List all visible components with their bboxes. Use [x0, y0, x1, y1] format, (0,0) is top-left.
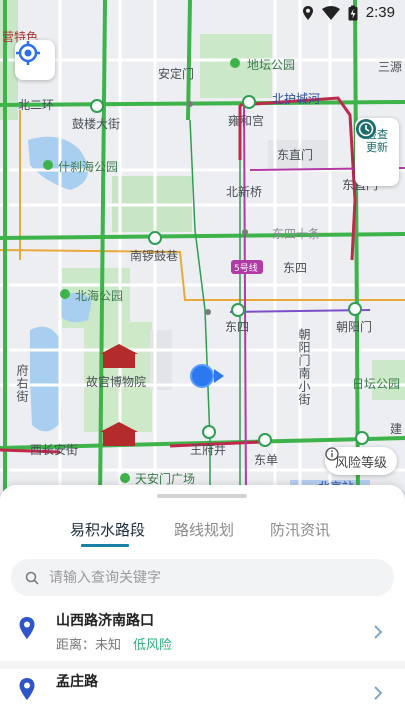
map-label: 朝阳门南小街 — [297, 328, 311, 406]
map-canvas — [0, 0, 405, 500]
chevron-right-icon — [374, 686, 383, 700]
map-label: 北新桥 — [226, 185, 263, 199]
map-label: 故宫博物院 — [86, 375, 147, 389]
map-label: 东四 — [283, 261, 308, 275]
check-update-button[interactable]: 检查更新 — [355, 118, 399, 186]
list-divider — [0, 661, 405, 669]
map-label: 东直门 — [277, 148, 314, 162]
status-bar: 2:39 — [0, 0, 405, 28]
item-name: 山西路济南路口 — [56, 613, 154, 629]
map-label: 北护城河 — [272, 92, 321, 106]
status-time: 2:39 — [365, 4, 395, 21]
map-label: 东四十条 — [272, 227, 321, 241]
item-risk-level: 低风险 — [133, 638, 173, 653]
list-item[interactable]: 孟庄路 — [0, 671, 405, 720]
line5-badge: 5号线 — [234, 264, 258, 274]
active-tab-indicator — [81, 544, 129, 547]
map-label: 日坛公园 — [352, 377, 401, 391]
tab-waterlogged-roads[interactable]: 易积水路段 — [70, 519, 145, 540]
map-label: 鼓楼大街 — [72, 117, 121, 131]
chevron-right-icon — [374, 625, 383, 639]
map-label: 三源 — [378, 60, 403, 74]
map-label: 安定门 — [158, 67, 195, 81]
bottom-sheet: 易积水路段 路线规划 防汛资讯 山西路济南路口 距离：未知 低风险 孟庄路 — [0, 485, 405, 720]
location-pin-icon — [19, 678, 35, 700]
tab-flood-news[interactable]: 防汛资讯 — [270, 519, 330, 540]
map-label: 建 — [390, 422, 403, 436]
map-label: 雍和宫 — [228, 114, 265, 128]
search-bar[interactable] — [11, 559, 394, 596]
map-label: 地坛公园 — [247, 58, 296, 72]
clock-update-icon — [356, 119, 376, 139]
location-pin-icon — [19, 617, 35, 639]
wifi-icon — [321, 5, 340, 20]
map-label: 东单 — [254, 453, 279, 467]
risk-level-button[interactable]: 风险等级 — [324, 447, 397, 475]
map-label: 东四 — [225, 320, 250, 334]
location-icon — [302, 5, 313, 20]
locate-button[interactable] — [15, 40, 55, 80]
tab-route-planning[interactable]: 路线规划 — [174, 519, 234, 540]
map-label: 府右街 — [15, 364, 29, 403]
map-label: 南锣鼓巷 — [130, 249, 179, 263]
map-label: 北海公园 — [75, 289, 124, 303]
info-icon — [325, 447, 339, 461]
search-input[interactable] — [49, 569, 349, 586]
battery-charging-icon — [348, 5, 358, 20]
map-label: 什刹海公园 — [58, 160, 119, 174]
map-view[interactable]: 营特色 安定门 地坛公园 三源 北二环 北护城河 鼓楼大街 雍和宫 东直门 什刹… — [0, 0, 405, 500]
sheet-drag-handle[interactable] — [157, 494, 247, 498]
map-label: 北二环 — [18, 98, 55, 112]
risk-level-label: 风险等级 — [334, 455, 387, 471]
heading-arrow-icon — [214, 369, 224, 383]
item-distance: 距离：未知 — [56, 638, 122, 653]
current-location-marker — [190, 364, 214, 388]
item-name: 孟庄路 — [56, 674, 98, 690]
map-label: 王府井 — [190, 443, 227, 457]
map-label: 西长安街 — [30, 443, 79, 457]
crosshair-icon — [16, 41, 40, 65]
search-icon — [25, 571, 39, 585]
map-label: 朝阳门 — [336, 320, 373, 334]
